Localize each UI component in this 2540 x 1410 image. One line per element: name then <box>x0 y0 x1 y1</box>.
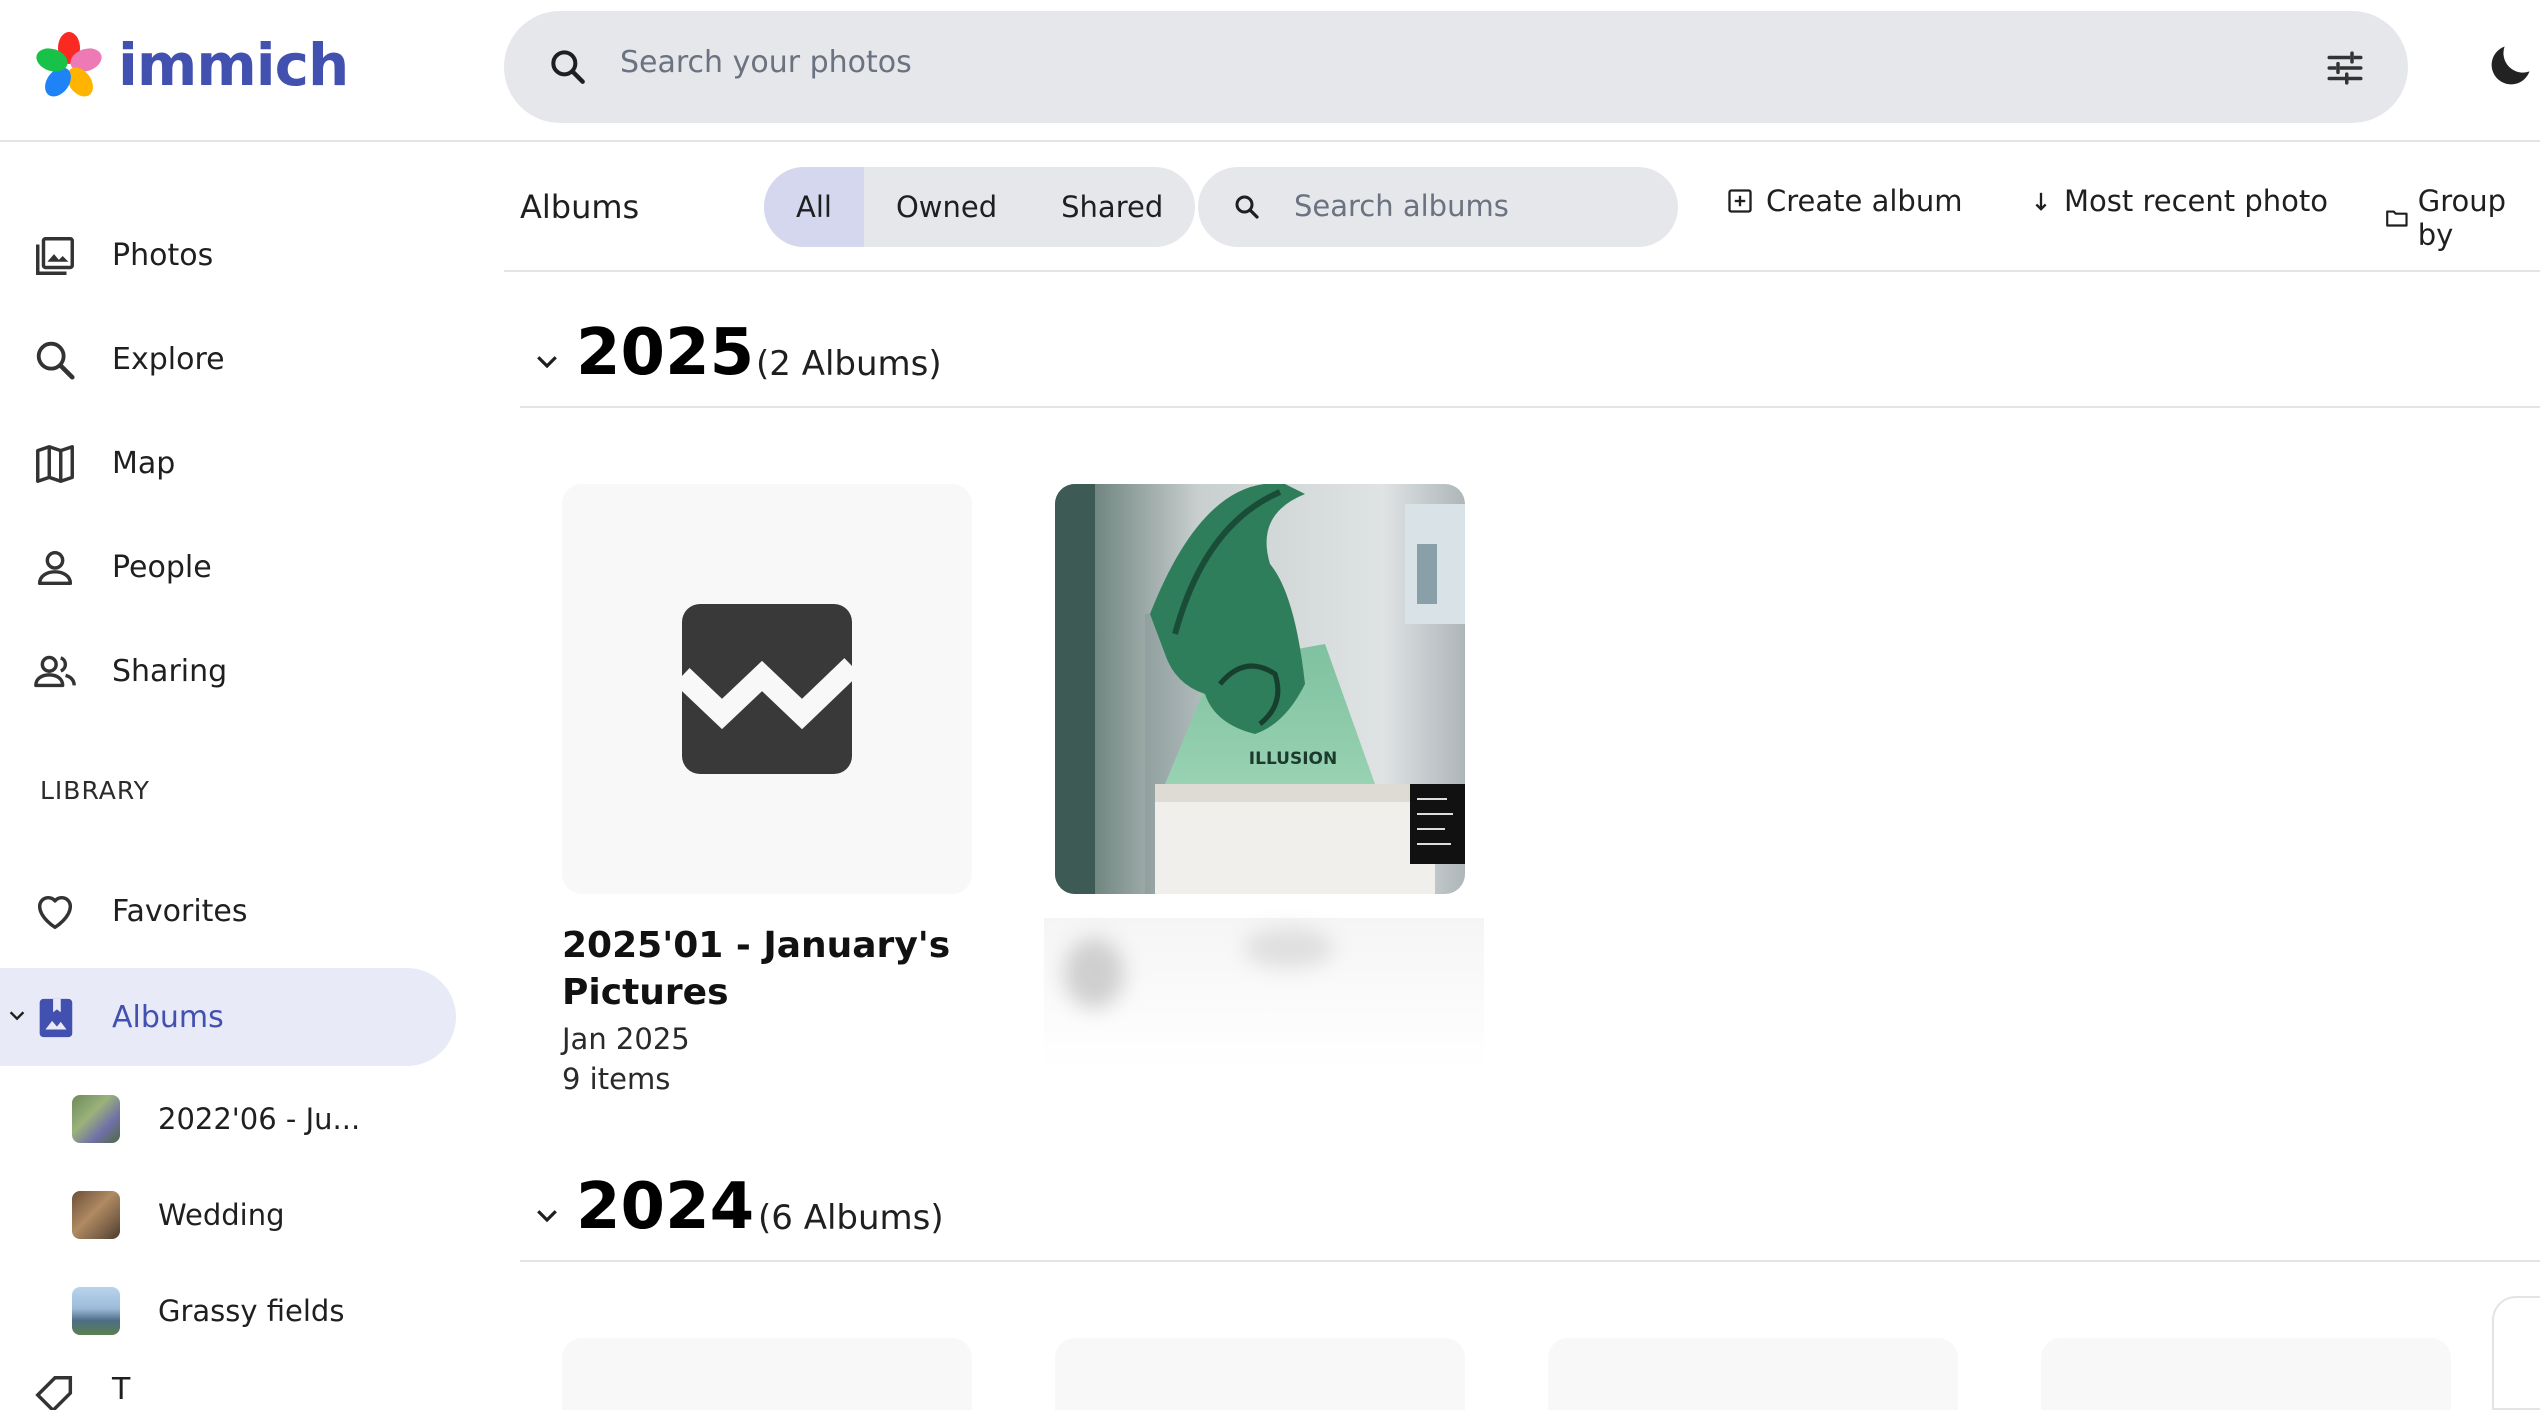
create-album-label: Create album <box>1766 184 1963 218</box>
person-icon <box>37 550 73 586</box>
album-card-thumbnail[interactable] <box>1055 1338 1465 1410</box>
album-cover-photo: ILLUSION <box>1055 484 1465 894</box>
filter-owned-button[interactable]: Owned <box>864 167 1029 247</box>
album-thumbnail <box>72 1191 120 1239</box>
year-group-header[interactable]: 2025 (2 Albums) <box>520 308 2540 408</box>
app-logo[interactable]: immich <box>34 30 349 100</box>
no-image-placeholder-icon <box>682 604 852 774</box>
sidebar-item-label: T <box>112 1374 131 1407</box>
scroll-timeline-handle[interactable] <box>2492 1296 2540 1410</box>
sidebar-album-label: 2022'06 - Ju... <box>158 1102 361 1136</box>
album-count: (6 Albums) <box>758 1198 944 1238</box>
filter-shared-button[interactable]: Shared <box>1029 167 1195 247</box>
sidebar-item-label: Albums <box>112 999 224 1035</box>
sidebar-item-map[interactable]: Map <box>0 414 456 512</box>
album-card-thumbnail[interactable] <box>562 1338 972 1410</box>
sidebar-item-photos[interactable]: Photos <box>0 206 456 304</box>
immich-logo-icon <box>36 32 102 97</box>
albums-toolbar: Albums All Owned Shared Search albums Cr… <box>504 142 2540 272</box>
search-icon <box>551 50 585 84</box>
album-card-thumbnail[interactable]: ILLUSION <box>1055 484 1465 894</box>
theme-toggle-moon-icon[interactable] <box>2484 40 2536 92</box>
sidebar-album-label: Wedding <box>158 1198 285 1232</box>
album-item-count: 9 items <box>562 1062 671 1096</box>
album-thumbnail <box>72 1095 120 1143</box>
page-title: Albums <box>520 188 640 226</box>
sidebar-item-favorites[interactable]: Favorites <box>0 862 456 960</box>
sidebar-album-item[interactable]: Grassy fields <box>72 1284 344 1338</box>
album-title[interactable]: 2025'01 - January's Pictures <box>562 922 982 1016</box>
chevron-down-icon[interactable] <box>532 1200 562 1230</box>
album-card-thumbnail[interactable] <box>2041 1338 2451 1410</box>
album-card-thumbnail[interactable] <box>562 484 972 894</box>
sort-label: Most recent photo <box>2064 184 2328 218</box>
year-heading: 2025 <box>576 316 755 390</box>
sidebar-item-sharing[interactable]: Sharing <box>0 622 456 720</box>
sidebar-item-label: Sharing <box>112 653 228 689</box>
top-header: immich Search your photos <box>0 0 2540 142</box>
sidebar-item-people[interactable]: People <box>0 518 456 616</box>
album-icon <box>39 998 73 1038</box>
photos-icon <box>36 237 74 275</box>
people-icon <box>34 655 76 688</box>
year-group-header[interactable]: 2024 (6 Albums) <box>520 1162 2540 1262</box>
album-count: (2 Albums) <box>756 344 942 384</box>
cover-photo-text: ILLUSION <box>1249 749 1337 769</box>
group-by-label: Group by <box>2417 184 2507 252</box>
sidebar-item-explore[interactable]: Explore <box>0 310 456 408</box>
album-search-input[interactable]: Search albums <box>1294 189 1509 223</box>
sidebar-item-label: Explore <box>112 341 225 377</box>
search-icon <box>36 341 75 380</box>
folder-arrow-icon <box>2386 210 2408 227</box>
album-thumbnail <box>72 1287 120 1335</box>
album-filter-group: All Owned Shared <box>764 167 1196 247</box>
chevron-down-icon[interactable] <box>532 346 562 376</box>
search-input[interactable]: Search your photos <box>620 45 912 80</box>
search-options-icon[interactable] <box>2324 47 2366 89</box>
photo-search-bar[interactable]: Search your photos <box>504 11 2408 123</box>
tag-icon <box>35 1376 73 1410</box>
sidebar: Photos Explore Map People Sharing LIBRAR <box>0 142 470 1410</box>
library-heading: LIBRARY <box>40 776 150 805</box>
album-info-loading-placeholder <box>1044 918 1484 1068</box>
arrow-down-icon <box>2035 192 2047 211</box>
filter-all-button[interactable]: All <box>764 167 864 247</box>
sidebar-album-item[interactable]: Wedding <box>72 1188 284 1242</box>
map-icon <box>36 445 74 483</box>
search-icon <box>1235 195 1259 219</box>
sidebar-item-albums[interactable]: Albums <box>0 968 456 1066</box>
plus-box-icon <box>1728 189 1752 213</box>
create-album-button[interactable]: Create album <box>1726 184 1962 218</box>
sidebar-item-label: Map <box>112 445 176 481</box>
sidebar-item-label: Photos <box>112 237 214 273</box>
album-date: Jan 2025 <box>562 1022 690 1056</box>
chevron-down-icon[interactable] <box>6 1004 28 1026</box>
album-card-thumbnail[interactable] <box>1548 1338 1958 1410</box>
album-search-field[interactable]: Search albums <box>1198 167 1678 247</box>
sidebar-album-item[interactable]: 2022'06 - Ju... <box>72 1092 360 1146</box>
sidebar-item-tags[interactable]: T <box>0 1374 456 1410</box>
sidebar-item-label: Favorites <box>112 893 248 929</box>
sidebar-album-label: Grassy fields <box>158 1294 345 1328</box>
heart-icon <box>37 895 73 930</box>
group-by-button[interactable]: Group by <box>2384 184 2540 252</box>
year-heading: 2024 <box>576 1170 755 1244</box>
sidebar-item-label: People <box>112 549 212 585</box>
sort-button[interactable]: Most recent photo <box>2030 184 2328 218</box>
app-name: immich <box>118 31 349 99</box>
